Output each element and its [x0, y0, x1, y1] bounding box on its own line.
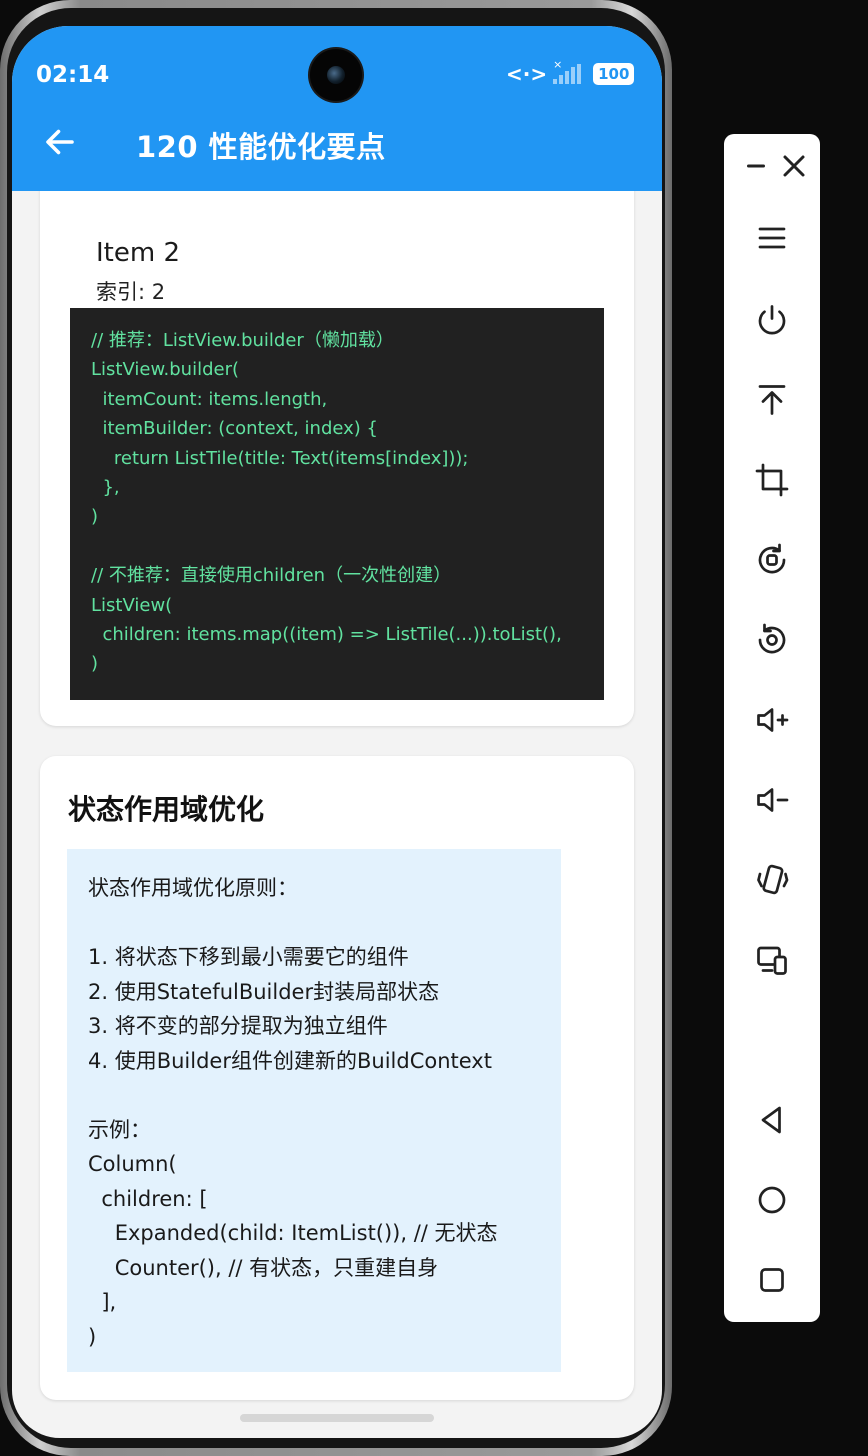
shake-icon[interactable] [752, 860, 792, 900]
code-text: 状态作用域优化原则： 1. 将状态下移到最小需要它的组件 2. 使用Statef… [88, 876, 498, 1349]
home-indicator[interactable] [240, 1414, 434, 1422]
status-time: 02:14 [36, 62, 110, 88]
close-icon[interactable] [774, 146, 814, 186]
minimize-icon[interactable] [736, 146, 776, 186]
item-subtitle: 索引: 2 [96, 280, 166, 304]
volume-up-icon[interactable] [752, 700, 792, 740]
crop-icon[interactable] [752, 460, 792, 500]
phone-screen: Item 2 索引: 2 // 推荐：ListView.builder（懒加载）… [12, 26, 662, 1438]
recents-nav-icon[interactable] [752, 1260, 792, 1300]
back-nav-icon[interactable] [752, 1100, 792, 1140]
battery-icon: 100 [593, 63, 635, 85]
front-camera [310, 49, 362, 101]
code-text: // 推荐：ListView.builder（懒加载） ListView.bui… [91, 330, 562, 675]
section-title: 状态作用域优化 [68, 793, 265, 826]
arrow-left-icon[interactable] [42, 124, 78, 160]
power-icon[interactable] [752, 300, 792, 340]
state-scope-card: 状态作用域优化 状态作用域优化原则： 1. 将状态下移到最小需要它的组件 2. … [40, 756, 634, 1400]
code-block-dark: // 推荐：ListView.builder（懒加载） ListView.bui… [70, 308, 604, 700]
menu-icon[interactable] [752, 218, 792, 258]
data-transfer-icon: <·> [506, 62, 548, 86]
app-bar: 02:14 <·> × 100 120 性能优化要点 [12, 26, 662, 191]
emulator-toolbar [724, 134, 820, 1322]
status-icons: <·> × 100 [506, 58, 635, 86]
home-nav-icon[interactable] [752, 1180, 792, 1220]
volume-down-icon[interactable] [752, 780, 792, 820]
rotate-left-icon[interactable] [752, 540, 792, 580]
phone-frame: Item 2 索引: 2 // 推荐：ListView.builder（懒加载）… [0, 0, 672, 1456]
signal-no-service-icon: × [553, 58, 587, 84]
list-example-card: Item 2 索引: 2 // 推荐：ListView.builder（懒加载）… [40, 146, 634, 726]
rotate-right-icon[interactable] [752, 620, 792, 660]
multi-device-icon[interactable] [752, 940, 792, 980]
pin-top-icon[interactable] [752, 380, 792, 420]
item-title[interactable]: Item 2 [96, 238, 180, 268]
code-block-light: 状态作用域优化原则： 1. 将状态下移到最小需要它的组件 2. 使用Statef… [67, 849, 561, 1372]
page-title: 120 性能优化要点 [136, 130, 386, 164]
